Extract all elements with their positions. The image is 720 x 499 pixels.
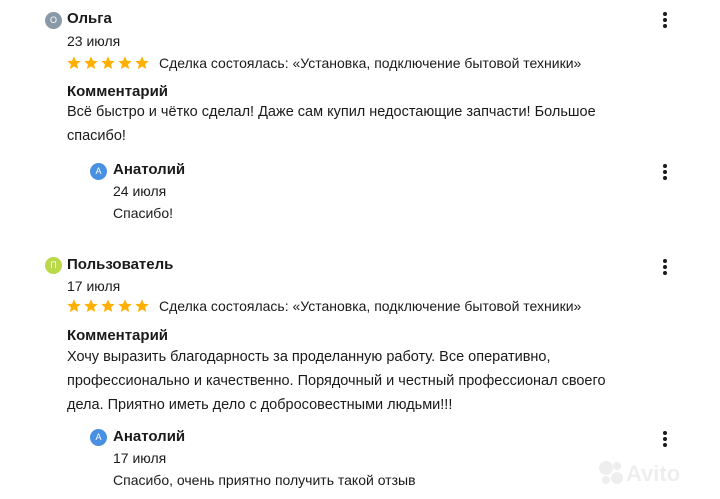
reply-date: 17 июля	[113, 450, 167, 466]
more-options-icon[interactable]	[659, 258, 671, 276]
star-icon	[101, 56, 115, 69]
reply-text: Спасибо, очень приятно получить такой от…	[113, 472, 416, 488]
review-date: 17 июля	[67, 278, 121, 294]
watermark-text: Avito	[626, 461, 680, 486]
comment-line: профессионально и качественно. Порядочны…	[67, 373, 606, 389]
reply-text: Спасибо!	[113, 205, 173, 221]
star-icon	[101, 299, 115, 312]
star-icon	[84, 56, 98, 69]
star-icon	[67, 299, 81, 312]
author-name: Пользователь	[67, 256, 174, 273]
author-name: Ольга	[67, 10, 112, 27]
star-icon	[67, 56, 81, 69]
comment-line: Хочу выразить благодарность за проделанн…	[67, 349, 551, 365]
comment-line: Всё быстро и чётко сделал! Даже сам купи…	[67, 104, 596, 120]
more-options-icon[interactable]	[659, 430, 671, 448]
star-rating	[66, 55, 152, 71]
star-icon	[118, 299, 132, 312]
star-icon	[118, 56, 132, 69]
star-icon	[135, 56, 149, 69]
avatar: А	[90, 163, 107, 180]
reply-date: 24 июля	[113, 183, 167, 199]
comment-title: Комментарий	[67, 327, 169, 344]
avito-logo-watermark: Avito	[599, 461, 680, 486]
comment-line: дела. Приятно иметь дело с добросовестны…	[67, 397, 453, 413]
avatar: А	[90, 429, 107, 446]
comment-text: Всё быстро и чётко сделал! Даже сам купи…	[67, 100, 667, 148]
star-icon	[84, 299, 98, 312]
deal-info: Сделка состоялась: «Установка, подключен…	[159, 298, 582, 314]
reply-author-name: Анатолий	[113, 161, 186, 178]
comment-title: Комментарий	[67, 83, 169, 100]
star-rating	[66, 298, 152, 314]
review-date: 23 июля	[67, 33, 121, 49]
more-options-icon[interactable]	[659, 163, 671, 181]
more-options-icon[interactable]	[659, 11, 671, 29]
avatar: П	[45, 257, 62, 274]
deal-info: Сделка состоялась: «Установка, подключен…	[159, 55, 582, 71]
avatar: О	[45, 12, 62, 29]
comment-line: спасибо!	[67, 128, 126, 144]
comment-text: Хочу выразить благодарность за проделанн…	[67, 345, 667, 417]
reply-author-name: Анатолий	[113, 428, 186, 445]
star-icon	[135, 299, 149, 312]
